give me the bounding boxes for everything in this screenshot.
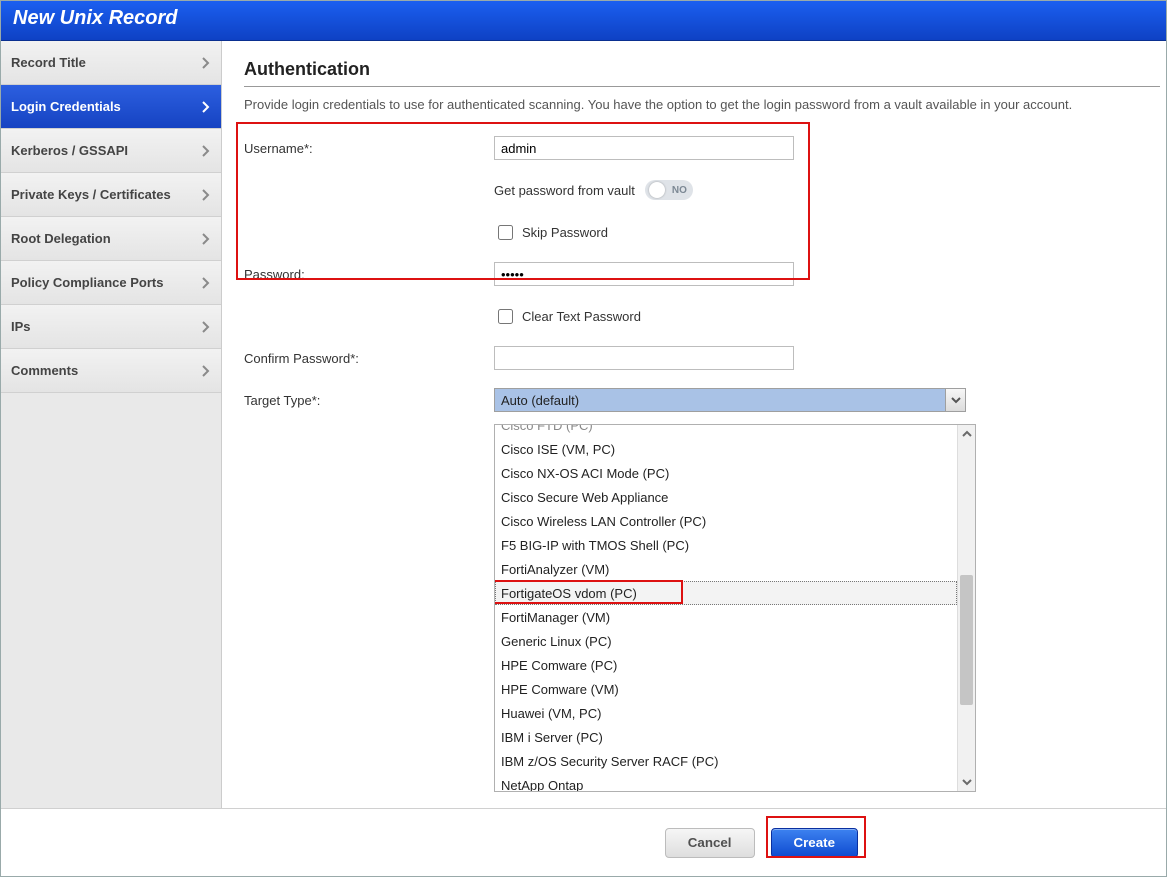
chevron-right-icon (201, 276, 211, 290)
sidebar-item-comments[interactable]: Comments (1, 349, 221, 393)
dropdown-list: Cisco FTD (PC) Cisco ISE (VM, PC) Cisco … (495, 425, 957, 791)
scrollbar-thumb[interactable] (960, 575, 973, 705)
sidebar-item-label: Login Credentials (11, 99, 121, 114)
dialog-title: New Unix Record (1, 1, 1166, 41)
username-label: Username*: (244, 141, 494, 156)
dropdown-option[interactable]: HPE Comware (PC) (495, 653, 957, 677)
form-area: Username*: Get password from vault NO (244, 130, 1160, 792)
dropdown-option[interactable]: IBM z/OS Security Server RACF (PC) (495, 749, 957, 773)
dropdown-option[interactable]: IBM i Server (PC) (495, 725, 957, 749)
dropdown-option[interactable]: FortiManager (VM) (495, 605, 957, 629)
sidebar-item-private-keys[interactable]: Private Keys / Certificates (1, 173, 221, 217)
sidebar-item-label: IPs (11, 319, 31, 334)
password-input[interactable] (494, 262, 794, 286)
chevron-right-icon (201, 364, 211, 378)
dropdown-option[interactable]: Cisco FTD (PC) (495, 425, 957, 437)
sidebar-item-ips[interactable]: IPs (1, 305, 221, 349)
create-button[interactable]: Create (771, 828, 859, 858)
chevron-down-icon (951, 396, 961, 404)
vault-toggle[interactable]: NO (645, 180, 693, 200)
target-type-dropdown: Cisco FTD (PC) Cisco ISE (VM, PC) Cisco … (494, 424, 976, 792)
sidebar-item-policy-ports[interactable]: Policy Compliance Ports (1, 261, 221, 305)
dropdown-option[interactable]: NetApp Ontap (495, 773, 957, 791)
cancel-button[interactable]: Cancel (665, 828, 755, 858)
target-type-select[interactable]: Auto (default) (494, 388, 966, 412)
dropdown-option[interactable]: Huawei (VM, PC) (495, 701, 957, 725)
confirm-password-input[interactable] (494, 346, 794, 370)
dropdown-option[interactable]: Cisco NX-OS ACI Mode (PC) (495, 461, 957, 485)
chevron-right-icon (201, 144, 211, 158)
scroll-down-button[interactable] (958, 773, 975, 791)
dialog-frame: New Unix Record Record Title Login Crede… (0, 0, 1167, 877)
sidebar: Record Title Login Credentials Kerberos … (1, 41, 222, 808)
section-title: Authentication (244, 59, 1160, 87)
dropdown-option[interactable]: Generic Linux (PC) (495, 629, 957, 653)
dialog-body: Record Title Login Credentials Kerberos … (1, 41, 1166, 808)
sidebar-item-label: Root Delegation (11, 231, 111, 246)
target-type-label: Target Type*: (244, 393, 494, 408)
confirm-password-label: Confirm Password*: (244, 351, 494, 366)
scroll-up-button[interactable] (958, 425, 975, 443)
section-description: Provide login credentials to use for aut… (244, 97, 1160, 112)
dropdown-option-fortigate[interactable]: FortigateOS vdom (PC) (495, 581, 957, 605)
chevron-right-icon (201, 100, 211, 114)
chevron-right-icon (201, 56, 211, 70)
chevron-down-icon (962, 778, 972, 786)
username-input[interactable] (494, 136, 794, 160)
dropdown-option[interactable]: HPE Comware (VM) (495, 677, 957, 701)
sidebar-item-label: Private Keys / Certificates (11, 187, 171, 202)
sidebar-item-label: Comments (11, 363, 78, 378)
sidebar-item-label: Kerberos / GSSAPI (11, 143, 128, 158)
dropdown-option[interactable]: Cisco Secure Web Appliance (495, 485, 957, 509)
chevron-right-icon (201, 188, 211, 202)
toggle-no-text: NO (672, 185, 687, 196)
sidebar-item-record-title[interactable]: Record Title (1, 41, 221, 85)
scrollbar[interactable] (957, 425, 975, 791)
vault-label: Get password from vault (494, 183, 635, 198)
main-panel: Authentication Provide login credentials… (222, 41, 1166, 808)
dropdown-option[interactable]: F5 BIG-IP with TMOS Shell (PC) (495, 533, 957, 557)
chevron-right-icon (201, 320, 211, 334)
dropdown-option[interactable]: Cisco Wireless LAN Controller (PC) (495, 509, 957, 533)
chevron-right-icon (201, 232, 211, 246)
dropdown-button[interactable] (945, 389, 965, 411)
cleartext-checkbox[interactable] (498, 309, 513, 324)
cleartext-label: Clear Text Password (522, 309, 641, 324)
chevron-up-icon (962, 430, 972, 438)
target-type-value: Auto (default) (501, 393, 579, 408)
sidebar-item-kerberos[interactable]: Kerberos / GSSAPI (1, 129, 221, 173)
skip-password-label: Skip Password (522, 225, 608, 240)
dropdown-option[interactable]: Cisco ISE (VM, PC) (495, 437, 957, 461)
sidebar-item-label: Record Title (11, 55, 86, 70)
skip-password-checkbox[interactable] (498, 225, 513, 240)
sidebar-item-root-delegation[interactable]: Root Delegation (1, 217, 221, 261)
password-label: Password: (244, 267, 494, 282)
sidebar-item-login-credentials[interactable]: Login Credentials (1, 85, 221, 129)
dropdown-option[interactable]: FortiAnalyzer (VM) (495, 557, 957, 581)
sidebar-item-label: Policy Compliance Ports (11, 275, 163, 290)
toggle-knob (649, 182, 665, 198)
dialog-footer: Cancel Create (1, 808, 1166, 876)
